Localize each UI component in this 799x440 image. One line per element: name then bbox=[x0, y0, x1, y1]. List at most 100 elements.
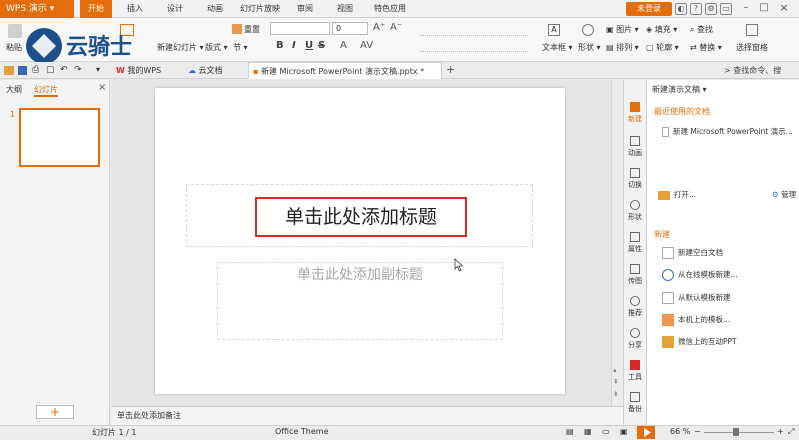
underline-button[interactable]: U bbox=[305, 40, 313, 51]
skin-icon[interactable]: ◐ bbox=[675, 3, 687, 15]
char-spacing-icon[interactable]: AV bbox=[360, 40, 373, 51]
side-new-button[interactable]: 新建 bbox=[623, 102, 647, 124]
new-blank-doc[interactable]: 新建空白文档 bbox=[662, 247, 723, 259]
find-button[interactable]: ⌕ 查找 bbox=[690, 24, 713, 35]
undo-icon[interactable]: ↶ bbox=[60, 65, 68, 75]
paragraph-tools[interactable] bbox=[420, 24, 528, 36]
side-animation-button[interactable]: 动画 bbox=[623, 136, 647, 158]
close-panel-icon[interactable]: × bbox=[98, 82, 106, 93]
add-slide-button[interactable]: + bbox=[36, 405, 74, 419]
tab-special[interactable]: 特色应用 bbox=[368, 0, 412, 18]
sorter-view-icon[interactable]: ▦ bbox=[584, 427, 592, 436]
alignment-tools[interactable] bbox=[420, 40, 528, 52]
font-name-combo[interactable] bbox=[270, 22, 330, 35]
scroll-up-icon[interactable]: ▴ bbox=[613, 366, 617, 374]
title-placeholder[interactable]: 单击此处添加标题 bbox=[255, 197, 467, 237]
doc-tab-mywps[interactable]: W 我的WPS bbox=[112, 62, 182, 79]
reset-button[interactable]: 重置 bbox=[244, 24, 260, 35]
outline-button[interactable]: ▢ 轮廓 ▾ bbox=[646, 42, 679, 53]
tab-view[interactable]: 视图 bbox=[330, 0, 360, 18]
close-icon[interactable]: × bbox=[778, 2, 790, 15]
shape-icon[interactable] bbox=[582, 24, 594, 36]
task-pane-header[interactable]: 新建演示文稿 ▾ bbox=[652, 84, 707, 95]
picture-button[interactable]: ▣ 图片 ▾ bbox=[606, 24, 639, 35]
side-tools-button[interactable]: 工具 bbox=[623, 360, 647, 382]
normal-view-icon[interactable]: ▤ bbox=[566, 427, 574, 436]
arrange-button[interactable]: ▤ 排列 ▾ bbox=[606, 42, 639, 53]
zoom-out-icon[interactable]: − bbox=[694, 427, 701, 436]
tab-review[interactable]: 审阅 bbox=[290, 0, 320, 18]
tab-outline[interactable]: 大纲 bbox=[6, 84, 22, 95]
zoom-level: 66 % bbox=[670, 427, 691, 436]
tab-insert[interactable]: 插入 bbox=[120, 0, 150, 18]
side-shape-button[interactable]: 形状 bbox=[623, 200, 647, 222]
save-icon[interactable] bbox=[18, 66, 27, 75]
manage-button[interactable]: ⚙ 管理 bbox=[772, 189, 796, 200]
font-grow-icon[interactable]: A⁺ bbox=[373, 22, 385, 33]
select-pane-button[interactable]: 选择窗格 bbox=[736, 42, 768, 53]
side-upload-button[interactable]: 传图 bbox=[623, 264, 647, 286]
preview-icon[interactable]: ▢ bbox=[46, 65, 55, 75]
recent-doc-item[interactable]: 新建 Microsoft PowerPoint 演示... bbox=[662, 126, 793, 137]
layout-button[interactable]: 版式 ▾ bbox=[205, 42, 228, 53]
strikethrough-button[interactable]: S bbox=[318, 40, 325, 51]
side-recommend-button[interactable]: 推荐 bbox=[623, 296, 647, 318]
tab-animation[interactable]: 动画 bbox=[200, 0, 230, 18]
side-properties-button[interactable]: 属性 bbox=[623, 232, 647, 254]
paste-icon[interactable] bbox=[8, 24, 22, 38]
side-share-button[interactable]: 分享 bbox=[623, 328, 647, 350]
tab-slideshow[interactable]: 幻灯片放映 bbox=[235, 0, 285, 18]
open-folder-icon[interactable] bbox=[4, 66, 14, 75]
wechat-interactive-ppt[interactable]: 微信上的互动PPT bbox=[662, 336, 737, 348]
app-menu-button[interactable]: WPS 演示 ▾ bbox=[0, 0, 74, 18]
tab-slides[interactable]: 幻灯片 bbox=[34, 84, 58, 97]
tab-home[interactable]: 开始 bbox=[80, 0, 112, 18]
doc-tab-active[interactable]: ▪ 新建 Microsoft PowerPoint 演示文稿.pptx * bbox=[248, 62, 442, 79]
minimize-icon[interactable]: – bbox=[740, 3, 752, 15]
replace-button[interactable]: ⇄ 替换 ▾ bbox=[690, 42, 722, 53]
select-pane-icon[interactable] bbox=[746, 24, 758, 36]
reading-view-icon[interactable]: ▭ bbox=[602, 427, 610, 436]
open-file-button[interactable]: 打开... bbox=[658, 189, 696, 200]
notes-area[interactable]: 单击此处添加备注 bbox=[111, 406, 623, 425]
print-icon[interactable]: ⎙ bbox=[32, 65, 39, 75]
restore-icon[interactable]: ▭ bbox=[720, 3, 732, 15]
scroll-next-icon[interactable]: ⇟ bbox=[613, 390, 619, 398]
help-icon[interactable]: ? bbox=[690, 3, 702, 15]
font-shrink-icon[interactable]: A⁻ bbox=[390, 22, 402, 33]
command-search[interactable]: > 查找命令、搜 bbox=[724, 65, 781, 76]
italic-button[interactable]: I bbox=[292, 40, 296, 51]
tab-design[interactable]: 设计 bbox=[160, 0, 190, 18]
side-backup-button[interactable]: 备份 bbox=[623, 392, 647, 414]
side-transition-button[interactable]: 切换 bbox=[623, 168, 647, 190]
notes-view-icon[interactable]: ▣ bbox=[620, 427, 628, 436]
redo-icon[interactable]: ↷ bbox=[74, 65, 82, 75]
new-from-online-template[interactable]: 从在线模板新建... bbox=[662, 269, 738, 281]
scroll-prev-icon[interactable]: ⇞ bbox=[613, 378, 619, 386]
reset-icon[interactable] bbox=[232, 24, 242, 34]
textbox-button[interactable]: 文本框 ▾ bbox=[542, 42, 573, 53]
settings-icon[interactable]: ⚙ bbox=[705, 3, 717, 15]
local-template[interactable]: 本机上的模板... bbox=[662, 314, 730, 326]
paste-button[interactable]: 粘贴 bbox=[6, 42, 22, 53]
login-button[interactable]: 未登录 bbox=[626, 2, 672, 16]
section-button[interactable]: 节 ▾ bbox=[233, 42, 248, 53]
textbox-icon[interactable]: A bbox=[548, 24, 560, 36]
zoom-slider[interactable] bbox=[704, 432, 774, 433]
font-size-combo[interactable]: 0 bbox=[332, 22, 368, 35]
zoom-in-icon[interactable]: + bbox=[777, 427, 784, 436]
fill-button[interactable]: ◈ 填充 ▾ bbox=[646, 24, 677, 35]
more-quick-icon[interactable]: ▾ bbox=[96, 65, 100, 74]
wechat-ppt-icon bbox=[662, 336, 674, 348]
bold-button[interactable]: B bbox=[276, 40, 284, 51]
shape-button[interactable]: 形状 ▾ bbox=[578, 42, 601, 53]
new-from-default-template[interactable]: 从默认模板新建 bbox=[662, 292, 731, 304]
doc-tab-cloud[interactable]: ☁ 云文档 bbox=[184, 62, 244, 79]
fit-window-icon[interactable]: ⤢ bbox=[788, 427, 794, 437]
font-color-icon[interactable]: A bbox=[340, 40, 347, 51]
zoom-slider-handle[interactable] bbox=[733, 428, 739, 436]
vertical-scrollbar[interactable] bbox=[611, 80, 623, 406]
maximize-icon[interactable]: □ bbox=[758, 3, 770, 15]
slide-thumbnail[interactable] bbox=[19, 108, 100, 167]
new-tab-button[interactable]: + bbox=[446, 63, 455, 76]
